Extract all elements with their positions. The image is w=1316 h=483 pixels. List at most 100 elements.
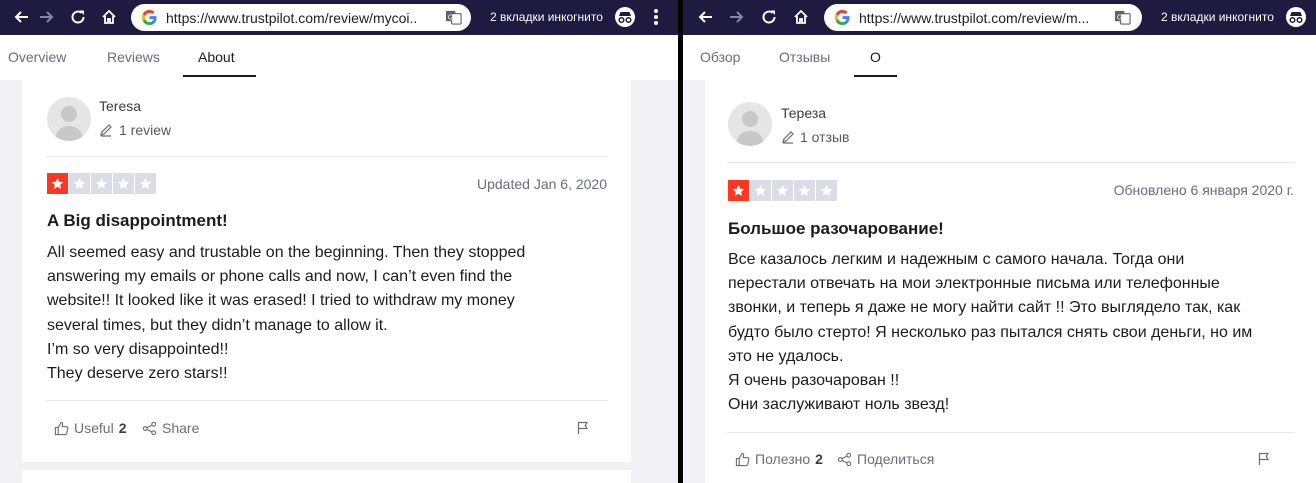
url-text: https://www.trustpilot.com/review/mycoi.… (166, 10, 416, 26)
star-icon (47, 173, 68, 194)
star-icon (816, 180, 837, 201)
review-body-line: several times, but they didn’t manage to… (47, 316, 388, 334)
home-icon (794, 9, 808, 24)
tab-reviews[interactable]: Отзывы (779, 49, 830, 65)
google-g-icon (834, 9, 850, 26)
kebab-menu-icon[interactable] (649, 7, 663, 27)
useful-button[interactable]: Полезно 2 (735, 451, 823, 467)
svg-text:G: G (1117, 12, 1123, 21)
active-tab-indicator (854, 75, 897, 77)
star-icon (750, 180, 771, 201)
review-body: Все казалось легким и надежным с самого … (728, 248, 1252, 417)
arrow-right-icon (730, 11, 744, 23)
arrow-left-icon (14, 11, 28, 23)
translate-icon[interactable]: G (445, 9, 462, 26)
reviewer-review-count: 1 review (119, 122, 172, 138)
tab-overview[interactable]: Обзор (700, 49, 740, 65)
back-button[interactable] (694, 6, 716, 28)
incognito-icon[interactable] (614, 6, 636, 28)
incognito-label: 2 вкладки инкогнито (490, 10, 603, 24)
address-bar[interactable]: https://www.trustpilot.com/review/m... G (824, 4, 1142, 31)
avatar-icon (728, 102, 772, 146)
share-icon (837, 452, 852, 466)
home-button[interactable] (790, 6, 812, 28)
arrow-left-icon (698, 11, 712, 23)
useful-count: 2 (118, 420, 127, 436)
divider (727, 432, 1294, 433)
review-body-line: They deserve zero stars!! (47, 365, 228, 383)
review-body-line: Я очень разочарован !! (728, 372, 900, 390)
review-body-line: I’m so very disappointed!! (47, 340, 229, 358)
translate-icon[interactable]: G (1114, 9, 1131, 26)
star-icon (728, 180, 749, 201)
pencil-icon (782, 131, 794, 144)
active-tab-indicator (183, 75, 256, 77)
star-rating (728, 180, 837, 201)
tab-reviews[interactable]: Reviews (107, 49, 160, 65)
review-body-line: All seemed easy and trustable on the beg… (47, 244, 526, 261)
share-button[interactable]: Share (142, 420, 199, 436)
star-icon (69, 173, 90, 194)
reload-icon (762, 10, 776, 24)
star-rating (47, 173, 156, 194)
review-body: All seemed easy and trustable on the beg… (47, 241, 525, 386)
review-title[interactable]: A Big disappointment! (47, 211, 228, 231)
incognito-icon[interactable] (1285, 6, 1307, 28)
tab-about[interactable]: О (870, 49, 881, 65)
google-g-icon (141, 9, 157, 26)
review-body-line: Все казалось легким и надежным с самого … (728, 251, 1185, 268)
browser-toolbar: https://www.trustpilot.com/review/m... G… (683, 0, 1316, 35)
review-body-line: перестали отвечать на мои электронные пи… (728, 275, 1220, 293)
flag-icon[interactable] (576, 421, 590, 435)
share-label: Share (162, 420, 200, 436)
home-icon (102, 9, 116, 24)
incognito-label: 2 вкладки инкогнито (1161, 10, 1274, 24)
browser-toolbar: https://www.trustpilot.com/review/mycoi.… (0, 0, 678, 35)
section-tabs: Overview Reviews About (0, 35, 662, 80)
page-background: Тереза 1 отзыв Обновлено 6 января 2020 г… (683, 80, 1316, 483)
forward-button[interactable] (726, 6, 748, 28)
divider (46, 400, 608, 401)
back-button[interactable] (10, 6, 32, 28)
share-button[interactable]: Поделиться (837, 451, 934, 467)
flag-icon[interactable] (1257, 452, 1271, 466)
review-title[interactable]: Большое разочарование! (728, 219, 944, 239)
share-icon (142, 421, 157, 435)
review-body-line: звонки, и теперь я даже не могу найти са… (728, 299, 1241, 317)
home-button[interactable] (98, 6, 120, 28)
review-card: Тереза 1 отзыв Обновлено 6 января 2020 г… (705, 80, 1316, 483)
star-icon (794, 180, 815, 201)
useful-label: Useful (74, 420, 114, 436)
review-body-line: будто было стерто! Я несколько раз пытал… (728, 323, 1253, 341)
address-bar[interactable]: https://www.trustpilot.com/review/mycoi.… (131, 4, 471, 31)
reload-icon (71, 10, 85, 24)
review-body-line: Они заслуживают ноль звезд! (728, 396, 950, 414)
share-label: Поделиться (857, 451, 935, 467)
reviewer-review-count: 1 отзыв (800, 129, 850, 145)
right-browser-window: https://www.trustpilot.com/review/m... G… (683, 0, 1316, 483)
reload-button[interactable] (67, 6, 89, 28)
forward-button[interactable] (36, 6, 58, 28)
avatar-icon (47, 97, 91, 141)
tab-overview[interactable]: Overview (8, 49, 66, 65)
review-date: Updated Jan 6, 2020 (477, 176, 607, 192)
divider (46, 156, 608, 157)
section-tabs: Обзор Отзывы О (683, 35, 1316, 80)
review-body-line: это не удалось. (728, 347, 844, 365)
star-icon (113, 173, 134, 194)
left-browser-window: https://www.trustpilot.com/review/mycoi.… (0, 0, 678, 483)
reload-button[interactable] (758, 6, 780, 28)
review-date: Обновлено 6 января 2020 г. (1113, 182, 1294, 198)
thumbs-up-icon (54, 421, 69, 435)
reviewer-name[interactable]: Тереза (781, 105, 826, 121)
reviewer-name[interactable]: Teresa (99, 98, 141, 114)
pencil-icon (100, 124, 112, 137)
review-card: Teresa 1 review Updated Jan 6, 2020 A Bi… (22, 80, 631, 462)
tab-about[interactable]: About (198, 49, 235, 65)
useful-button[interactable]: Useful 2 (54, 420, 126, 436)
url-text: https://www.trustpilot.com/review/m... (859, 10, 1090, 26)
useful-count: 2 (815, 451, 823, 467)
useful-label: Полезно (755, 451, 811, 467)
star-icon (91, 173, 112, 194)
review-body-line: website!! It looked like it was erased! … (47, 292, 515, 310)
